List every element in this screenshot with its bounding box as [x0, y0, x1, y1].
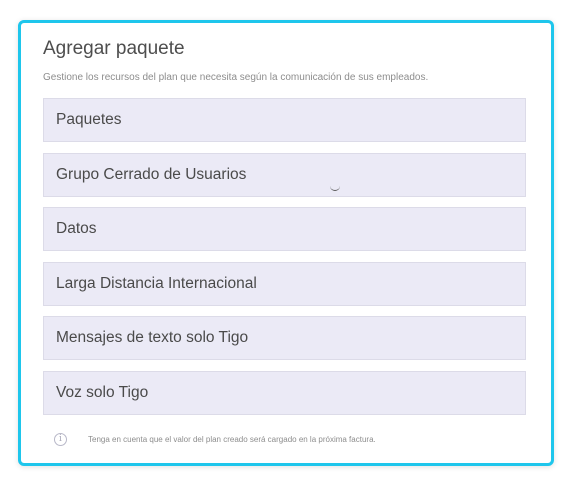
- package-item-label: Paquetes: [56, 111, 122, 128]
- package-item-datos[interactable]: Datos: [43, 207, 526, 252]
- package-item-label: Larga Distancia Internacional: [56, 274, 257, 292]
- package-item-label: Grupo Cerrado de Usuarios: [56, 165, 247, 183]
- package-item-label: Voz solo Tigo: [56, 383, 149, 401]
- package-list: Paquetes Grupo Cerrado de Usuarios Datos…: [43, 98, 526, 426]
- package-item-mensajes-texto[interactable]: Mensajes de texto solo Tigo: [43, 316, 526, 361]
- package-item-label: Mensajes de texto solo Tigo: [56, 329, 249, 347]
- package-item-voz[interactable]: Voz solo Tigo: [43, 370, 526, 415]
- package-item-paquetes[interactable]: Paquetes: [43, 98, 526, 142]
- billing-note-text: Tenga en cuenta que el valor del plan cr…: [88, 435, 376, 444]
- package-item-label: Datos: [56, 220, 97, 238]
- dialog-title: Agregar paquete: [43, 38, 185, 59]
- dialog-subtitle: Gestione los recursos del plan que neces…: [43, 72, 429, 83]
- package-item-larga-distancia[interactable]: Larga Distancia Internacional: [43, 261, 526, 306]
- package-item-grupo-cerrado[interactable]: Grupo Cerrado de Usuarios: [43, 152, 526, 197]
- loading-spinner-icon: [330, 184, 340, 191]
- info-icon: i: [54, 433, 67, 446]
- add-package-dialog: Agregar paquete Gestione los recursos de…: [18, 20, 554, 466]
- billing-note: i Tenga en cuenta que el valor del plan …: [54, 433, 376, 446]
